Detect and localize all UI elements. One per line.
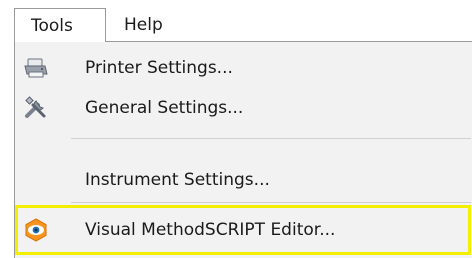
tools-dropdown-menu: Printer Settings... General Settings... … [14, 41, 472, 258]
menu-item-label: Instrument Settings... [85, 170, 270, 190]
menu-item-general-settings[interactable]: General Settings... [15, 88, 471, 128]
menu-tools-label: Tools [31, 16, 73, 36]
menu-separator [71, 202, 471, 203]
menu-item-label: Visual MethodSCRIPT Editor... [85, 220, 336, 240]
menu-tools[interactable]: Tools [14, 8, 106, 42]
menu-item-label: General Settings... [85, 98, 244, 118]
menu-item-printer-settings[interactable]: Printer Settings... [15, 48, 471, 88]
menu-item-label: Printer Settings... [85, 58, 233, 78]
menu-help-label: Help [124, 15, 163, 35]
menu-item-instrument-settings[interactable]: Instrument Settings... [15, 160, 471, 200]
menu-item-visual-methodscript-editor[interactable]: Visual MethodSCRIPT Editor... [15, 210, 471, 250]
tools-icon [23, 95, 49, 121]
app-screen: Tools Help Printer Settings... General S… [0, 0, 472, 258]
menu-separator [71, 138, 471, 139]
printer-icon [23, 55, 49, 81]
visual-methodscript-icon [23, 217, 49, 243]
menu-bar: Tools Help [0, 0, 472, 42]
menu-help[interactable]: Help [112, 8, 182, 42]
